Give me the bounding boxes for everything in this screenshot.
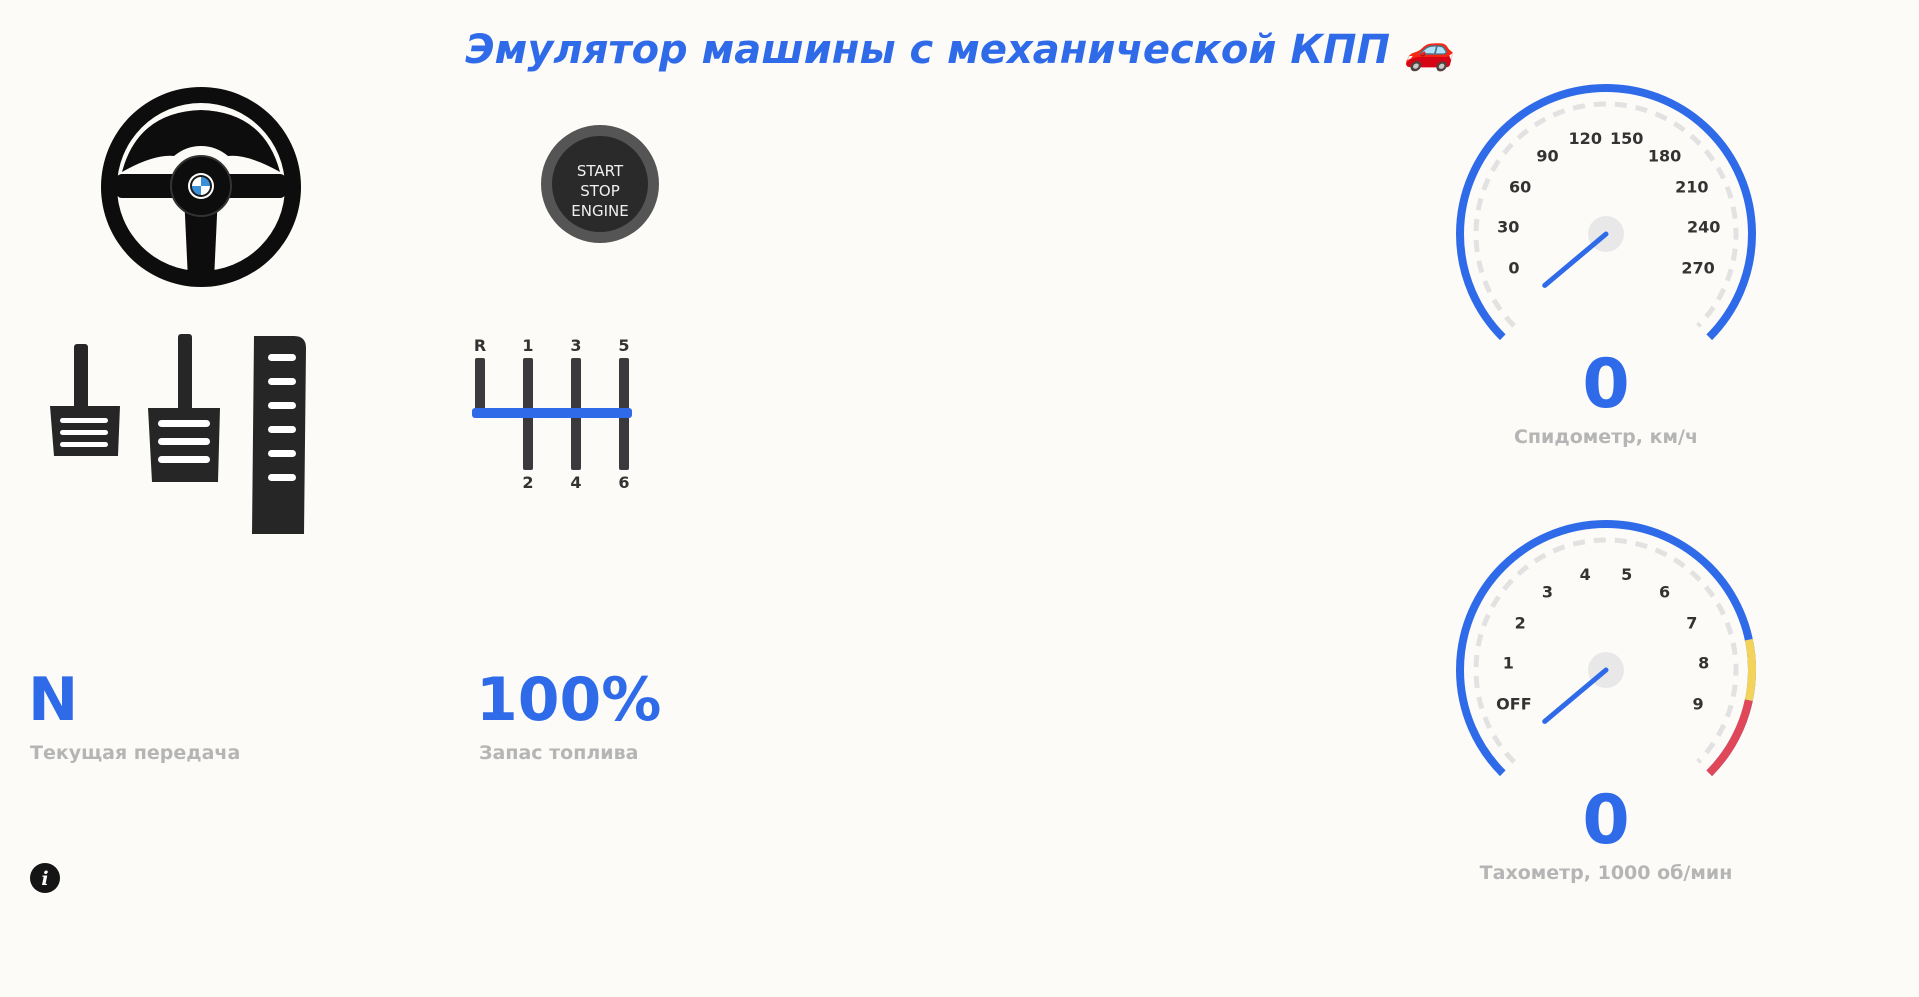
tachometer-tick-label: 5 [1621, 565, 1632, 584]
speedometer-tick-label: 120 [1569, 129, 1602, 148]
steering-wheel-icon[interactable] [98, 84, 304, 290]
fuel-value: 100% [476, 665, 662, 735]
tachometer-tick-label: 4 [1580, 565, 1591, 584]
tachometer-outer-arc [1456, 520, 1756, 777]
speedometer-tick-label: 210 [1675, 178, 1708, 197]
tachometer-tick-label: 2 [1515, 614, 1526, 633]
tachometer-zone [1744, 638, 1756, 702]
speedometer-needle [1542, 231, 1609, 288]
fuel-caption: Запас топлива [479, 742, 639, 764]
speedometer-value: 0 [1582, 345, 1630, 424]
info-icon[interactable]: i [29, 862, 61, 894]
gear-label-3: 3 [570, 336, 581, 355]
gear-label-5: 5 [618, 336, 629, 355]
pedals-icon [46, 330, 316, 536]
svg-text:i: i [41, 868, 48, 890]
gear-label-r: R [474, 336, 486, 355]
tachometer-tick-label: 7 [1686, 614, 1697, 633]
current-gear-caption: Текущая передача [30, 742, 241, 764]
clutch-pedal[interactable] [50, 344, 120, 456]
speedometer-caption: Спидометр, км/ч [1513, 426, 1699, 448]
speedometer-tick-label: 270 [1681, 259, 1714, 278]
gear-label-2: 2 [522, 473, 533, 492]
speedometer-tick-label: 0 [1508, 259, 1519, 278]
speedometer-tick-label: 180 [1648, 146, 1681, 165]
tachometer-tick-label: 9 [1693, 695, 1704, 714]
gear-shifter[interactable]: R 1 3 5 2 4 6 [466, 332, 646, 498]
start-label: START [577, 162, 624, 180]
tachometer-tick-label: 8 [1698, 653, 1709, 672]
tachometer-tick-label: 3 [1542, 582, 1553, 601]
tachometer-gauge: OFF 1 2 3 4 5 6 7 8 9 [1450, 518, 1762, 788]
tachometer-tick-label: 1 [1503, 653, 1514, 672]
engine-label: ENGINE [571, 202, 628, 220]
speedometer-tick-label: 90 [1536, 146, 1558, 165]
speedometer-tick-label: 240 [1687, 217, 1720, 236]
speedometer-tick-ring [1473, 101, 1739, 328]
tachometer-value: 0 [1582, 781, 1630, 860]
speedometer-tick-label: 60 [1509, 178, 1531, 197]
gear-label-1: 1 [522, 336, 533, 355]
tachometer-caption: Тахометр, 1000 об/мин [1479, 862, 1733, 884]
brake-pedal[interactable] [148, 334, 220, 482]
tachometer-tick-ring [1473, 537, 1739, 764]
gas-pedal[interactable] [252, 336, 306, 534]
tachometer-tick-label: OFF [1496, 695, 1531, 714]
start-stop-button[interactable]: START STOP ENGINE [540, 124, 660, 244]
gear-label-6: 6 [618, 473, 629, 492]
current-gear-value: N [28, 665, 79, 735]
gear-label-4: 4 [570, 473, 581, 492]
speedometer-tick-label: 30 [1497, 217, 1519, 236]
speedometer-gauge: 0 30 60 90 120 150 180 210 240 270 [1450, 82, 1762, 352]
tachometer-tick-label: 6 [1659, 582, 1670, 601]
tachometer-needle [1542, 667, 1609, 724]
page-title: Эмулятор машины с механической КПП 🚗 [465, 27, 1454, 73]
speedometer-tick-label: 150 [1610, 129, 1643, 148]
stop-label: STOP [580, 182, 620, 200]
speedometer-outer-arc [1456, 84, 1756, 341]
